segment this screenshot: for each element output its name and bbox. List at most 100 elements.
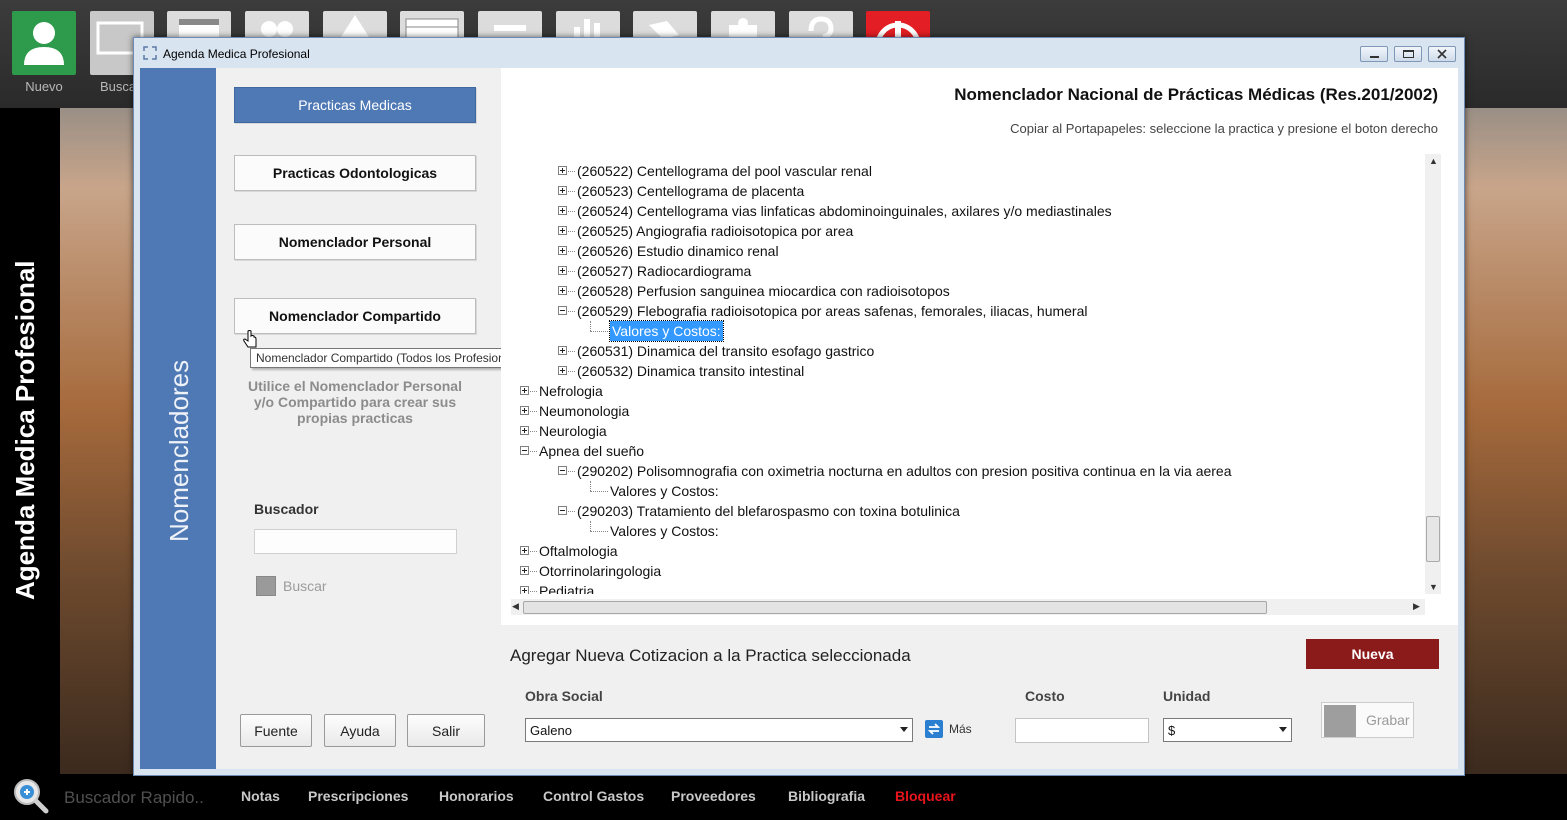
fuente-button[interactable]: Fuente [240,714,312,747]
tree-connector [590,321,591,331]
search-button-label[interactable]: Buscar [283,578,327,594]
tree-node-label: (260532) Dinamica transito intestinal [577,363,805,379]
expand-icon[interactable] [558,186,567,195]
tree-connector [568,371,575,372]
tree-node-label: (290203) Tratamiento del blefarospasmo c… [577,503,960,519]
expand-icon[interactable] [558,226,567,235]
bottom-menu-prescripciones[interactable]: Prescripciones [308,788,408,804]
expand-icon[interactable] [558,286,567,295]
search-checkbox[interactable] [256,576,276,596]
tree-node[interactable]: Neumonologia [511,401,1431,421]
tree-node[interactable]: (290203) Tratamiento del blefarospasmo c… [511,501,1431,521]
scroll-down-icon[interactable]: ▼ [1429,582,1438,592]
expand-icon[interactable] [520,566,529,575]
tree-node[interactable]: Neurologia [511,421,1431,441]
tree-node[interactable]: Apnea del sueño [511,441,1431,461]
scroll-up-icon[interactable]: ▲ [1429,156,1438,166]
bottom-menu-control-gastos[interactable]: Control Gastos [543,788,644,804]
expand-icon[interactable] [520,586,529,594]
tree-node-label: (260526) Estudio dinamico renal [577,243,779,259]
expand-icon[interactable] [558,206,567,215]
maximize-button[interactable] [1394,46,1422,62]
obra-social-select[interactable]: Galeno [525,718,913,742]
tree-node[interactable]: (260528) Perfusion sanguinea miocardica … [511,281,1431,301]
tree-node[interactable]: Pediatria [511,581,1431,594]
collapse-icon[interactable] [558,306,567,315]
tree-node[interactable]: (290202) Polisomnografia con oximetria n… [511,461,1431,481]
grabar-button[interactable]: Grabar [1321,702,1414,738]
bottom-menu-bibliografia[interactable]: Bibliografia [788,788,865,804]
tree-node-label: Valores y Costos: [610,483,719,499]
nomenclador-compartido-button[interactable]: Nomenclador Compartido [234,298,476,334]
nomenclador-personal-button[interactable]: Nomenclador Personal [234,224,476,260]
ayuda-button[interactable]: Ayuda [324,714,396,747]
tree-node[interactable]: (260529) Flebografia radioisotopica por … [511,301,1431,321]
expand-icon[interactable] [520,406,529,415]
search-input[interactable] [254,529,457,554]
tree-node[interactable]: Valores y Costos: [511,521,1431,541]
expand-icon[interactable] [558,246,567,255]
window-titlebar[interactable]: Agenda Medica Profesional [134,38,1464,68]
tree-connector [568,271,575,272]
vertical-scroll-thumb[interactable] [1426,516,1440,562]
tree-node-label: (260525) Angiografia radioisotopica por … [577,223,854,239]
expand-icon[interactable] [558,166,567,175]
tree-node-label: (260528) Perfusion sanguinea miocardica … [577,283,950,299]
tree-node[interactable]: (260524) Centellograma vias linfaticas a… [511,201,1431,221]
tree-node[interactable]: (260532) Dinamica transito intestinal [511,361,1431,381]
bottom-menu-bloquear[interactable]: Bloquear [895,788,956,804]
tree-node[interactable]: (260526) Estudio dinamico renal [511,241,1431,261]
scroll-right-icon[interactable]: ▶ [1413,601,1420,612]
tree-node[interactable]: Otorrinolaringologia [511,561,1431,581]
collapse-icon[interactable] [558,506,567,515]
collapse-icon[interactable] [520,446,529,455]
bottom-menu-notas[interactable]: Notas [241,788,280,804]
horizontal-scroll-thumb[interactable] [523,601,1267,614]
toolbar-nuevo-button[interactable] [12,11,76,75]
tree-node[interactable]: Nefrologia [511,381,1431,401]
bottom-menu-proveedores[interactable]: Proveedores [671,788,756,804]
costo-input[interactable] [1015,718,1149,743]
quick-search-input[interactable]: Buscador Rapido.. [64,788,204,808]
bottom-menu-honorarios[interactable]: Honorarios [439,788,514,804]
toolbar-nuevo-label: Nuevo [25,79,63,94]
expand-icon[interactable] [520,386,529,395]
tree-connector [590,481,591,491]
mas-link[interactable]: Más [949,722,972,736]
tree-node[interactable]: (260527) Radiocardiograma [511,261,1431,281]
salir-button[interactable]: Salir [407,714,485,747]
tree-node[interactable]: (260531) Dinamica del transito esofago g… [511,341,1431,361]
close-button[interactable] [1428,46,1456,62]
tree-node[interactable]: (260525) Angiografia radioisotopica por … [511,221,1431,241]
tree-node[interactable]: Valores y Costos: [511,481,1431,501]
expand-icon[interactable] [520,426,529,435]
swap-icon[interactable] [925,720,943,738]
collapse-icon[interactable] [558,466,567,475]
practicas-odontologicas-button[interactable]: Practicas Odontologicas [234,155,476,191]
expand-icon[interactable] [520,546,529,555]
tree-node[interactable]: Oftalmologia [511,541,1431,561]
help-text-line: Utilice el Nomenclador Personal [248,378,462,394]
expand-icon[interactable] [558,266,567,275]
nueva-button[interactable]: Nueva [1306,639,1439,669]
scroll-left-icon[interactable]: ◀ [512,601,519,612]
expand-icon[interactable] [558,366,567,375]
tree-node[interactable]: (260522) Centellograma del pool vascular… [511,161,1431,181]
tree-node[interactable]: (260523) Centellograma de placenta [511,181,1431,201]
expand-icon[interactable] [558,346,567,355]
tree-connector [530,391,537,392]
tree-node-label: Otorrinolaringologia [539,563,662,579]
tree-connector [530,451,537,452]
practicas-medicas-button[interactable]: Practicas Medicas [234,87,476,123]
minimize-icon [1370,56,1379,58]
tree-connector [568,311,575,312]
magnifier-icon[interactable] [11,776,49,814]
save-icon [1324,705,1356,737]
tree-node[interactable]: Valores y Costos: [511,320,1431,342]
unidad-select[interactable]: $ [1163,718,1292,742]
practices-tree[interactable]: (260522) Centellograma del pool vascular… [511,154,1431,594]
tree-horizontal-scrollbar[interactable]: ◀ ▶ [511,599,1425,615]
tree-vertical-scrollbar[interactable]: ▲ ▼ [1425,154,1441,594]
minimize-button[interactable] [1360,46,1388,62]
tree-node-label: Nefrologia [539,383,603,399]
